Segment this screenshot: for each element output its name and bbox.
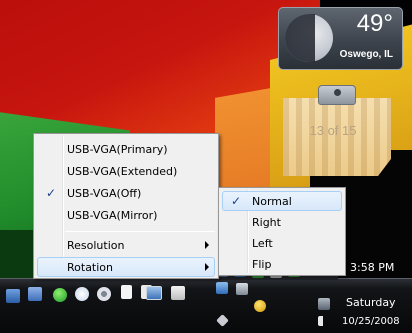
menu-item-usb-vga-mirror[interactable]: USB-VGA(Mirror) xyxy=(37,205,215,225)
disc-icon[interactable] xyxy=(97,287,111,301)
menu-item-resolution[interactable]: Resolution xyxy=(37,235,215,255)
taskbar-clock-date[interactable]: 10/25/2008 xyxy=(342,316,400,327)
network-icon[interactable] xyxy=(28,287,42,301)
weather-temperature: 49° xyxy=(356,10,393,37)
submenu-arrow-icon xyxy=(205,241,209,249)
media-tray-icon[interactable] xyxy=(216,282,228,294)
weather-gadget[interactable]: 49° Oswego, IL xyxy=(278,7,403,70)
volume-icon[interactable] xyxy=(318,316,328,326)
menu-item-label: USB-VGA(Extended) xyxy=(67,164,178,178)
menu-item-label: Normal xyxy=(252,194,292,208)
green-globe-icon[interactable] xyxy=(53,288,67,302)
taskbar-clock-time[interactable]: 3:58 PM xyxy=(350,261,394,274)
monitor-icon[interactable] xyxy=(146,286,162,300)
menu-item-label: Right xyxy=(252,215,281,229)
menu-separator xyxy=(65,231,215,232)
slideshow-counter: 13 of 15 xyxy=(309,123,357,138)
weather-location: Oswego, IL xyxy=(339,49,393,60)
menu-item-usb-vga-extended[interactable]: USB-VGA(Extended) xyxy=(37,161,215,181)
menu-item-usb-vga-primary[interactable]: USB-VGA(Primary) xyxy=(37,139,215,159)
document-icon[interactable] xyxy=(121,285,132,299)
menu-item-label: Left xyxy=(252,236,273,250)
clipboard-clip-icon xyxy=(318,85,356,105)
menu-item-rotation-left[interactable]: Left xyxy=(222,233,342,253)
monitor-tray-icon[interactable] xyxy=(236,283,248,295)
menu-item-label: USB-VGA(Off) xyxy=(67,186,142,200)
moon-icon xyxy=(285,14,333,62)
menu-item-rotation-right[interactable]: Right xyxy=(222,212,342,232)
menu-item-rotation-flip[interactable]: Flip xyxy=(222,254,342,274)
checkmark-icon: ✓ xyxy=(46,186,57,200)
menu-item-label: Resolution xyxy=(67,238,125,252)
menu-item-usb-vga-off[interactable]: ✓ USB-VGA(Off) xyxy=(37,183,215,203)
rotation-submenu: ✓ Normal Right Left Flip xyxy=(218,187,346,276)
security-icon[interactable] xyxy=(254,300,266,312)
menu-item-label: USB-VGA(Mirror) xyxy=(67,208,158,222)
menu-item-rotation-normal[interactable]: ✓ Normal xyxy=(222,191,342,211)
desktop-icon[interactable] xyxy=(6,289,20,303)
menu-item-label: Rotation xyxy=(67,260,114,274)
submenu-arrow-icon xyxy=(205,263,209,271)
taskbar-clock-day[interactable]: Saturday xyxy=(346,296,396,309)
media-icon[interactable] xyxy=(75,287,89,301)
menu-item-rotation[interactable]: Rotation xyxy=(37,257,215,277)
menu-item-label: Flip xyxy=(252,257,272,271)
menu-item-label: USB-VGA(Primary) xyxy=(67,142,168,156)
generic-app-icon[interactable] xyxy=(171,286,185,300)
checkmark-icon: ✓ xyxy=(231,194,242,208)
desktop-gadget-icon[interactable] xyxy=(318,298,330,310)
usb-vga-context-menu: USB-VGA(Primary) USB-VGA(Extended) ✓ USB… xyxy=(33,133,219,279)
